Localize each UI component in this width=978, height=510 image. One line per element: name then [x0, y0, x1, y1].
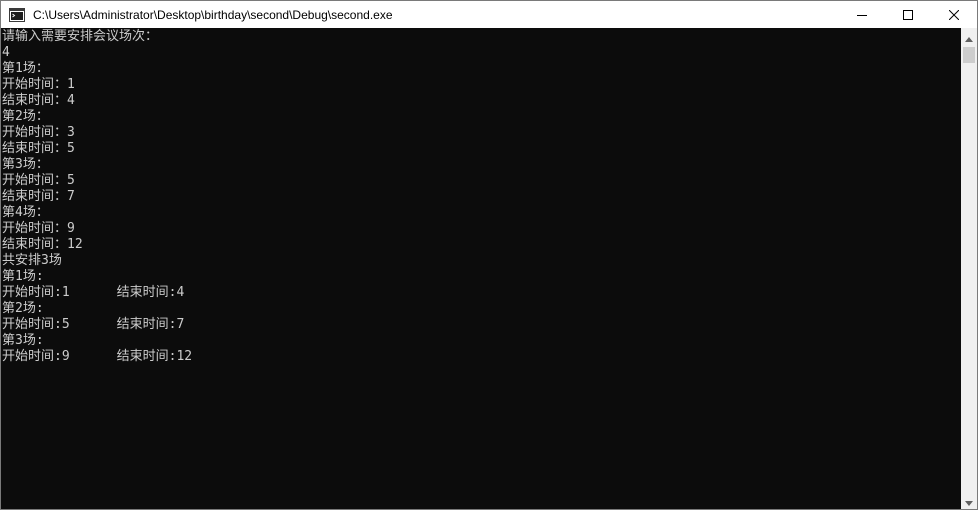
maximize-button[interactable] — [885, 1, 931, 28]
vertical-scrollbar[interactable] — [961, 28, 977, 509]
console-line: 结束时间：5 — [2, 141, 75, 156]
title-bar[interactable]: C:\Users\Administrator\Desktop\birthday\… — [1, 1, 977, 28]
close-button[interactable] — [931, 1, 977, 28]
close-icon — [948, 5, 960, 24]
console-line: 第3场： — [2, 157, 49, 172]
console-output[interactable]: 请输入需要安排会议场次： 4 第1场： 开始时间：1 结束时间：4 第2场： 开… — [1, 28, 961, 509]
console-line: 4 — [2, 45, 10, 60]
scroll-up-arrow-icon — [965, 27, 973, 46]
scroll-down-arrow-icon — [965, 491, 973, 509]
console-window: C:\Users\Administrator\Desktop\birthday\… — [0, 0, 978, 510]
console-line: 开始时间:9 结束时间:12 — [2, 349, 193, 364]
scrollbar-thumb[interactable] — [963, 47, 975, 63]
console-line: 第4场： — [2, 205, 49, 220]
window-title: C:\Users\Administrator\Desktop\birthday\… — [33, 7, 393, 22]
console-line: 第3场: — [2, 333, 44, 348]
console-app-icon[interactable] — [9, 7, 25, 23]
console-line: 开始时间：5 — [2, 173, 75, 188]
console-line: 请输入需要安排会议场次： — [2, 29, 159, 44]
minimize-button[interactable] — [839, 1, 885, 28]
scroll-down-button[interactable] — [961, 492, 977, 509]
console-line: 开始时间:5 结束时间:7 — [2, 317, 185, 332]
scroll-up-button[interactable] — [961, 28, 977, 45]
console-line: 结束时间：4 — [2, 93, 75, 108]
console-line: 结束时间：7 — [2, 189, 75, 204]
maximize-icon — [903, 5, 913, 24]
console-line: 共安排3场 — [2, 253, 62, 268]
console-line: 开始时间：1 — [2, 77, 75, 92]
window-controls — [839, 1, 977, 28]
console-line: 结束时间：12 — [2, 237, 83, 252]
console-line: 开始时间：9 — [2, 221, 75, 236]
console-line: 第2场： — [2, 109, 49, 124]
console-line: 第1场: — [2, 269, 44, 284]
console-line: 开始时间：3 — [2, 125, 75, 140]
console-line: 第2场: — [2, 301, 44, 316]
console-line: 第1场： — [2, 61, 49, 76]
console-line: 开始时间:1 结束时间:4 — [2, 285, 185, 300]
minimize-icon — [857, 5, 867, 24]
